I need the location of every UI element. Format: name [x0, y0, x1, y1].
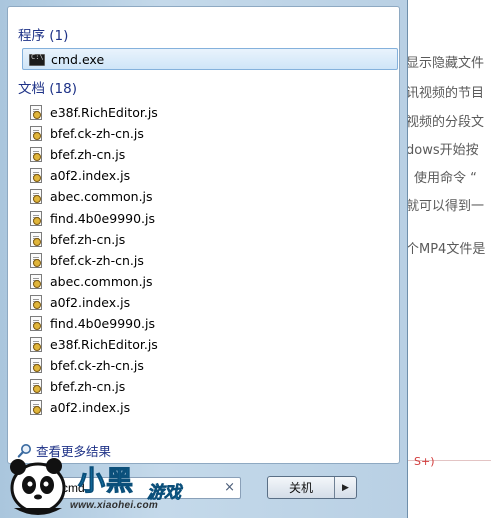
result-label: cmd.exe: [51, 51, 105, 67]
document-result[interactable]: find.4b0e9990.js: [22, 313, 155, 334]
search-results-panel: 程序 (1) cmd.exe 文档 (18) e38f.RichEditor.j…: [7, 6, 400, 464]
script-file-icon: [28, 188, 44, 205]
script-file-icon: [28, 125, 44, 142]
result-label: a0f2.index.js: [50, 168, 131, 183]
document-result[interactable]: bfef.zh-cn.js: [22, 144, 125, 165]
watermark-url: www.xiaohei.com: [70, 500, 159, 511]
result-label: find.4b0e9990.js: [50, 211, 156, 226]
shutdown-options-arrow-icon[interactable]: ▶: [335, 477, 356, 498]
background-red-text: S+): [414, 455, 435, 468]
program-result-cmd[interactable]: cmd.exe: [22, 48, 398, 70]
background-text-line: 使用命令 “: [414, 171, 477, 186]
result-label: find.4b0e9990.js: [50, 316, 156, 331]
clear-search-icon[interactable]: ×: [224, 480, 235, 495]
documents-header[interactable]: 文档 (18): [18, 77, 77, 97]
document-result[interactable]: a0f2.index.js: [22, 292, 130, 313]
result-label: bfef.zh-cn.js: [50, 232, 126, 247]
result-label: bfef.ck-zh-cn.js: [50, 358, 144, 373]
result-label: a0f2.index.js: [50, 400, 131, 415]
background-document: 显示隐藏文件 讯视频的节目 视频的分段文 dows开始按 使用命令 “ 就可以得…: [404, 0, 491, 518]
script-file-icon: [28, 399, 44, 416]
script-file-icon: [28, 336, 44, 353]
document-result[interactable]: abec.common.js: [22, 186, 153, 207]
background-text-line: 显示隐藏文件: [406, 56, 485, 71]
start-menu: 程序 (1) cmd.exe 文档 (18) e38f.RichEditor.j…: [0, 0, 408, 518]
result-label: bfef.zh-cn.js: [50, 147, 126, 162]
script-file-icon: [28, 231, 44, 248]
document-result[interactable]: abec.common.js: [22, 271, 153, 292]
result-label: a0f2.index.js: [50, 295, 131, 310]
result-label: abec.common.js: [50, 274, 153, 289]
document-result[interactable]: bfef.ck-zh-cn.js: [22, 123, 144, 144]
background-text-line: 个MP4文件是: [406, 242, 486, 257]
result-label: e38f.RichEditor.js: [50, 337, 158, 352]
cmd-icon: [29, 53, 45, 66]
document-result[interactable]: bfef.ck-zh-cn.js: [22, 355, 144, 376]
document-result[interactable]: a0f2.index.js: [22, 165, 130, 186]
script-file-icon: [28, 146, 44, 163]
script-file-icon: [28, 357, 44, 374]
programs-header[interactable]: 程序 (1): [18, 24, 68, 44]
document-result[interactable]: e38f.RichEditor.js: [22, 102, 158, 123]
script-file-icon: [28, 104, 44, 121]
shutdown-button-group: 关机 ▶: [267, 476, 357, 499]
script-file-icon: [28, 294, 44, 311]
watermark-logo-text: 小黑: [78, 466, 134, 497]
document-result[interactable]: bfef.ck-zh-cn.js: [22, 250, 144, 271]
script-file-icon: [28, 167, 44, 184]
result-label: bfef.zh-cn.js: [50, 379, 126, 394]
background-text-line: 视频的分段文: [406, 115, 485, 130]
result-label: e38f.RichEditor.js: [50, 105, 158, 120]
result-label: abec.common.js: [50, 189, 153, 204]
document-result[interactable]: a0f2.index.js: [22, 397, 130, 418]
script-file-icon: [28, 378, 44, 395]
background-text-line: 就可以得到一: [406, 199, 485, 214]
document-result[interactable]: find.4b0e9990.js: [22, 208, 155, 229]
document-result[interactable]: bfef.zh-cn.js: [22, 229, 125, 250]
document-result[interactable]: e38f.RichEditor.js: [22, 334, 158, 355]
shutdown-button[interactable]: 关机: [268, 477, 335, 498]
result-label: bfef.ck-zh-cn.js: [50, 126, 144, 141]
script-file-icon: [28, 315, 44, 332]
script-file-icon: [28, 273, 44, 290]
document-result[interactable]: bfef.zh-cn.js: [22, 376, 125, 397]
result-label: bfef.ck-zh-cn.js: [50, 253, 144, 268]
background-text-line: 讯视频的节目: [406, 86, 485, 101]
script-file-icon: [28, 210, 44, 227]
background-text-line: dows开始按: [406, 143, 479, 158]
script-file-icon: [28, 252, 44, 269]
